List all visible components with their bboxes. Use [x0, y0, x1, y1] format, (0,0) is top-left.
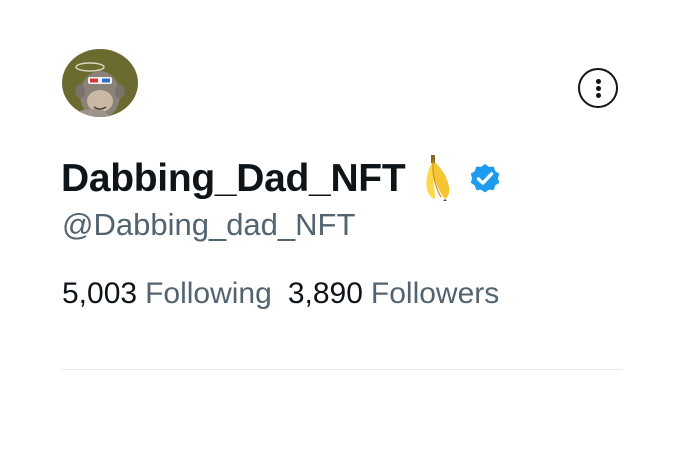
dot [595, 85, 601, 91]
dot [595, 78, 601, 84]
display-name-row: Dabbing_Dad_NFT [61, 152, 503, 204]
more-options-icon [580, 70, 616, 106]
following-count: 5,003 [62, 277, 138, 310]
divider [61, 369, 622, 370]
banana-emoji-icon [426, 155, 450, 201]
more-options-button[interactable] [578, 68, 618, 108]
followers-label: Followers [370, 277, 500, 310]
following-label: Following [145, 277, 272, 310]
verified-badge-icon[interactable] [467, 160, 503, 196]
user-handle: @Dabbing_dad_NFT [62, 207, 356, 242]
follow-stats: 5,003 Following 3,890 Followers [62, 276, 499, 312]
avatar[interactable] [62, 49, 138, 117]
dot [595, 92, 601, 98]
followers-link[interactable]: 3,890 Followers [288, 276, 499, 312]
following-link[interactable]: 5,003 Following [62, 276, 272, 312]
ape-avatar-image [62, 49, 138, 117]
profile-card: Dabbing_Dad_NFT @Dabbing_dad_NFT 5,003 F… [0, 0, 680, 449]
display-name: Dabbing_Dad_NFT [61, 156, 406, 200]
followers-count: 3,890 [287, 277, 363, 310]
